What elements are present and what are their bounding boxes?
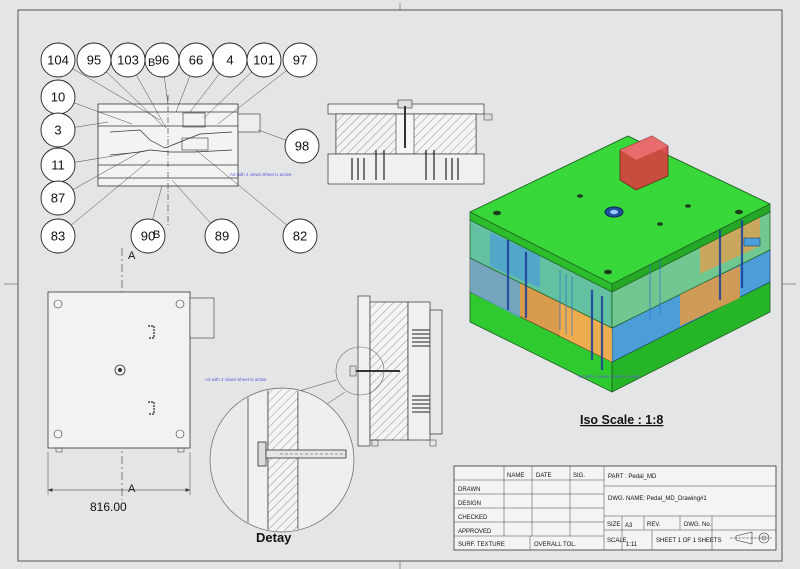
balloon-label: 103 bbox=[117, 52, 139, 67]
tb-scale-label: SCALE bbox=[607, 538, 627, 544]
balloon-label: 3 bbox=[54, 122, 61, 137]
tb-approved: APPROVED bbox=[458, 529, 492, 535]
tb-design: DESIGN bbox=[458, 501, 481, 507]
tb-sig-header: SIG. bbox=[573, 473, 585, 479]
tb-size-value: A3 bbox=[625, 523, 633, 529]
drawing-sheet: A3 with 4 views Sheet is active 104 95 103… bbox=[0, 0, 800, 569]
balloon-label: 89 bbox=[215, 228, 229, 243]
balloon-label: 98 bbox=[295, 138, 309, 153]
tb-checked: CHECKED bbox=[458, 515, 488, 521]
width-dimension: 816.00 bbox=[90, 500, 127, 514]
tb-sheet: SHEET 1 OF 1 SHEETS bbox=[656, 538, 722, 544]
section-b-top-label: B bbox=[148, 57, 155, 69]
section-a-top-label: A bbox=[128, 250, 136, 262]
tb-dwg-no-label: DWG. No. bbox=[684, 522, 712, 528]
tb-drawn: DRAWN bbox=[458, 487, 480, 493]
tb-overall-tol: OVERALL TOL. bbox=[534, 542, 577, 548]
tb-rev-label: REV. bbox=[647, 522, 661, 528]
tb-size-label: SIZE bbox=[607, 522, 620, 528]
tb-surf-texture: SURF. TEXTURE bbox=[458, 542, 505, 548]
tb-name-header: NAME bbox=[507, 473, 524, 479]
balloon-label: 10 bbox=[51, 89, 65, 104]
iso-view-note: A3 with 4 views Sheet is active bbox=[578, 374, 640, 379]
section-b-bottom-label: B bbox=[153, 229, 160, 241]
balloon-label: 82 bbox=[293, 228, 307, 243]
balloon-label: 97 bbox=[293, 52, 307, 67]
detail-label: Detay bbox=[256, 530, 292, 545]
balloon-label: 66 bbox=[189, 52, 203, 67]
tb-dwg-name: DWG. NAME: Pedal_MD_Drawing#1 bbox=[608, 496, 707, 502]
balloon-label: 95 bbox=[87, 52, 101, 67]
balloon-label: 87 bbox=[51, 190, 65, 205]
tb-part: PART : Pedal_MD bbox=[608, 474, 657, 480]
plan-view-note: A3 with 4 views Sheet is active bbox=[205, 377, 267, 382]
balloon-label: 4 bbox=[226, 52, 233, 67]
top-section-view bbox=[327, 99, 493, 185]
balloon-label: 96 bbox=[155, 52, 169, 67]
front-view-note: A3 with 4 views Sheet is active bbox=[230, 172, 292, 177]
balloon-label: 104 bbox=[47, 52, 69, 67]
iso-scale-label: Iso Scale : 1:8 bbox=[580, 413, 663, 427]
balloon-label: 11 bbox=[51, 157, 65, 172]
title-block: NAME DATE SIG. DRAWN DESIGN CHECKED APPR… bbox=[453, 465, 777, 551]
section-a-bottom-label: A bbox=[128, 483, 136, 495]
tb-scale-value: 1:11 bbox=[626, 542, 638, 548]
balloon-label: 83 bbox=[51, 228, 65, 243]
balloon-label: 101 bbox=[253, 52, 275, 67]
tb-date-header: DATE bbox=[536, 473, 552, 479]
